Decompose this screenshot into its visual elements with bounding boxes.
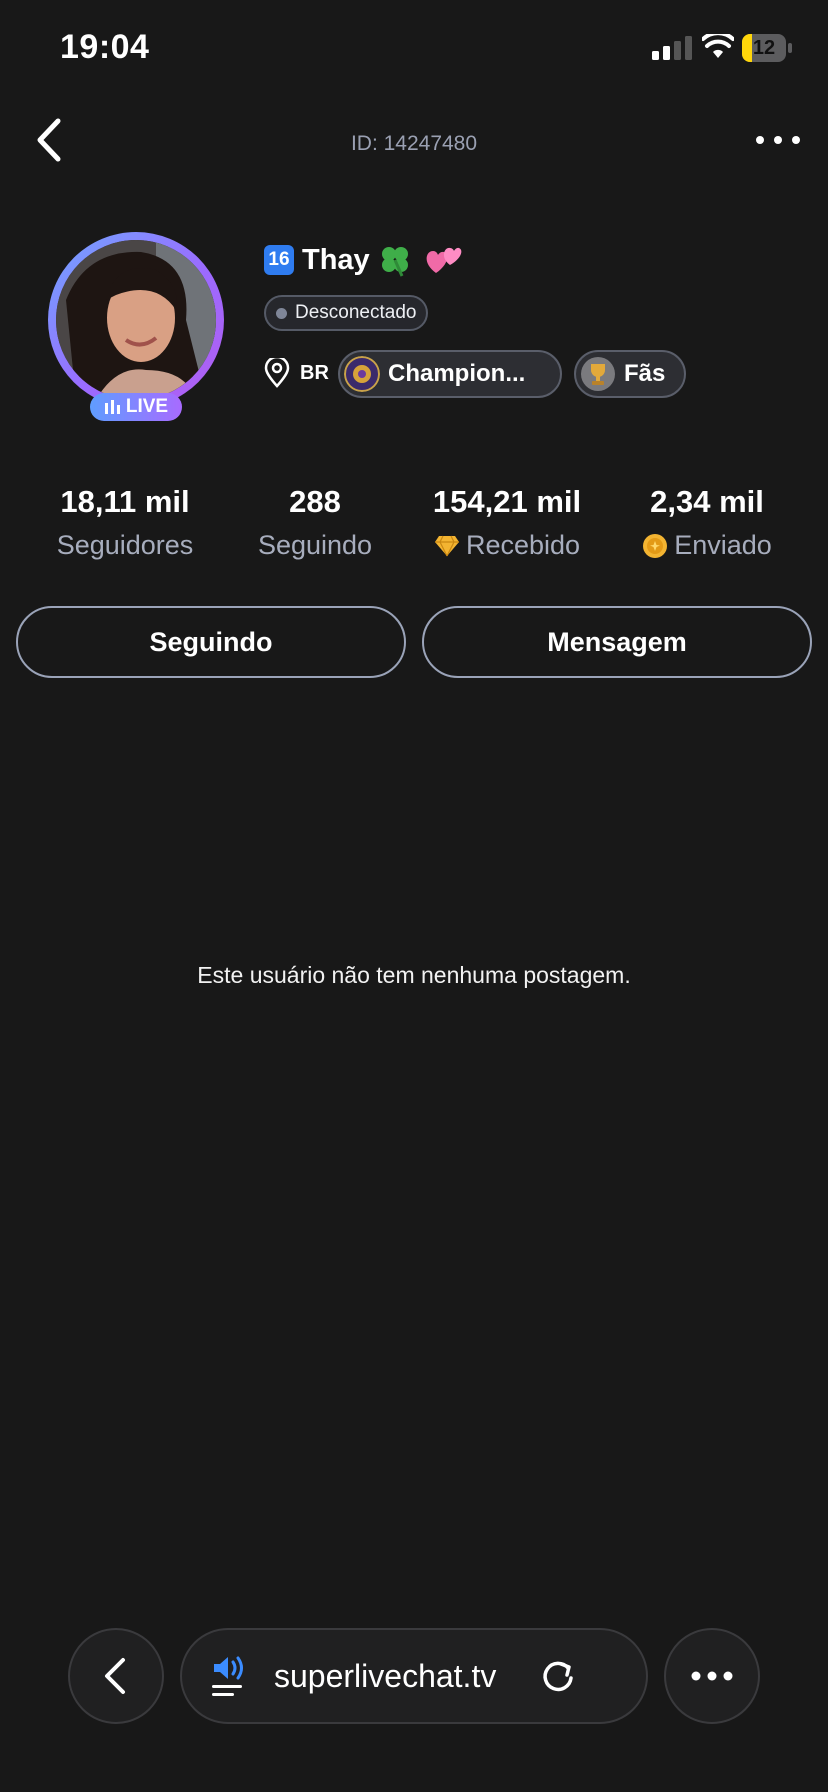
avatar-photo	[56, 240, 216, 400]
ellipsis-icon	[691, 1671, 733, 1681]
fans-label: Fãs	[624, 360, 666, 387]
status-label: Desconectado	[295, 302, 417, 323]
battery-icon: 12	[742, 34, 792, 62]
level-badge: 16	[264, 245, 294, 275]
following-label: Seguindo	[257, 530, 373, 560]
username: Thay	[302, 243, 370, 276]
sent-label: Enviado	[674, 530, 772, 560]
chevron-left-icon	[105, 1658, 125, 1694]
champion-emblem-icon	[344, 356, 380, 392]
live-badge: LIVE	[90, 393, 182, 421]
live-bars-icon	[104, 400, 120, 414]
location-pin-icon	[264, 358, 290, 388]
received-label: Recebido	[465, 530, 581, 560]
wifi-icon	[702, 34, 734, 58]
status-time: 19:04	[60, 28, 150, 66]
stat-following[interactable]: 288 Seguindo	[240, 484, 390, 561]
fans-badge[interactable]: Fãs	[574, 350, 686, 398]
avatar[interactable]	[48, 232, 224, 408]
country-code: BR	[300, 361, 329, 384]
name-row: 16 Thay	[264, 240, 464, 280]
battery-level: 12	[752, 37, 776, 59]
reload-icon[interactable]	[538, 1656, 578, 1696]
hearts-icon	[426, 247, 462, 273]
trophy-icon	[581, 357, 615, 391]
browser-back-button[interactable]	[68, 1628, 164, 1724]
location-row: BR	[264, 358, 329, 388]
coin-icon	[643, 533, 668, 558]
followers-label: Seguidores	[56, 530, 194, 560]
sent-count: 2,34 mil	[650, 484, 764, 519]
followers-count: 18,11 mil	[60, 484, 190, 519]
browser-more-button[interactable]	[664, 1628, 760, 1724]
url-text: superlivechat.tv	[274, 1657, 497, 1694]
stat-received: 154,21 mil Recebido	[412, 484, 602, 561]
message-button[interactable]: Mensagem	[422, 606, 812, 678]
following-button[interactable]: Seguindo	[16, 606, 406, 678]
status-dot-icon	[276, 307, 287, 319]
following-count: 288	[289, 484, 341, 519]
address-bar[interactable]: superlivechat.tv	[180, 1628, 648, 1724]
signal-icon	[652, 36, 692, 60]
received-count: 154,21 mil	[432, 484, 582, 519]
connection-status: Desconectado	[264, 295, 429, 331]
champion-label: Champion...	[388, 360, 526, 387]
empty-posts-message: Este usuário não tem nenhuma postagem.	[197, 962, 631, 988]
reader-audio-icon[interactable]	[210, 1652, 254, 1700]
user-id: ID: 14247480	[350, 132, 478, 155]
diamond-icon	[434, 535, 459, 556]
champion-badge[interactable]: Champion...	[338, 350, 562, 398]
live-label: LIVE	[125, 396, 169, 417]
stat-followers[interactable]: 18,11 mil Seguidores	[40, 484, 210, 561]
more-options-button[interactable]	[752, 128, 804, 152]
stat-sent: 2,34 mil Enviado	[622, 484, 792, 561]
clover-icon	[381, 247, 408, 277]
